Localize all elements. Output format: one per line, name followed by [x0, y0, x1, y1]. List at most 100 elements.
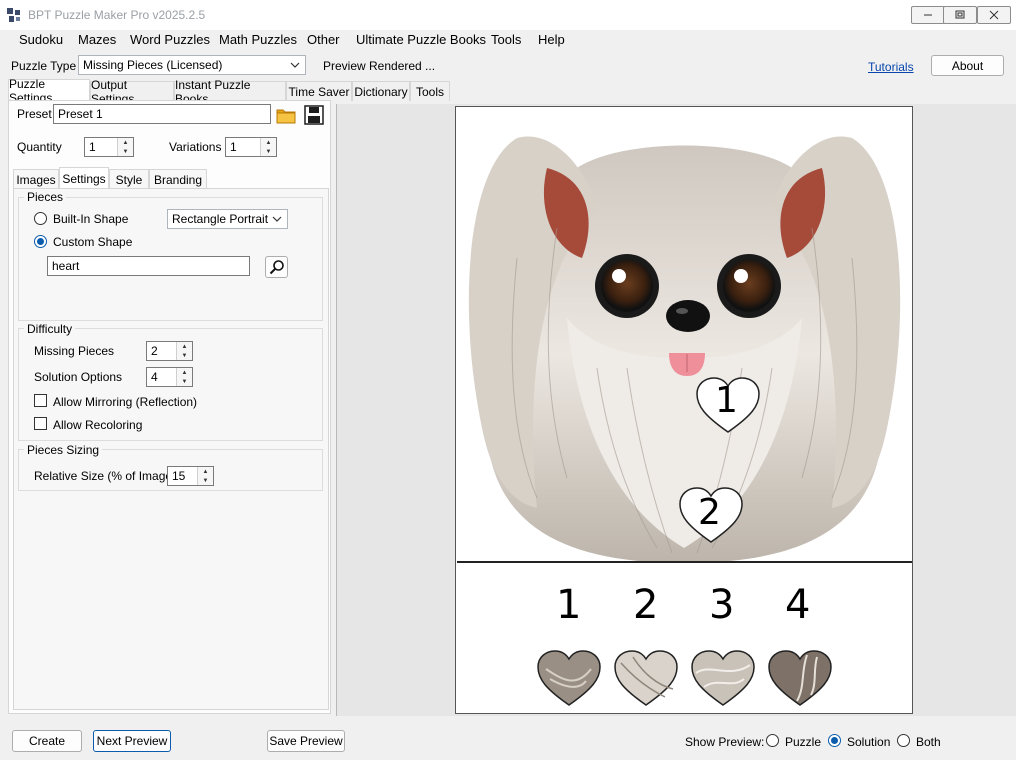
quantity-label: Quantity: [17, 140, 62, 154]
title-bar: BPT Puzzle Maker Pro v2025.2.5: [0, 0, 1016, 30]
status-text: Preview Rendered ...: [323, 59, 436, 73]
custom-shape-radio[interactable]: [34, 235, 47, 248]
tab-time-saver[interactable]: Time Saver: [286, 81, 352, 101]
puzzle-image: 1 2: [457, 108, 912, 563]
option-piece-2: [614, 650, 678, 706]
pieces-sizing-title: Pieces Sizing: [24, 443, 103, 457]
solution-options-label: Solution Options: [34, 370, 123, 384]
show-solution-radio[interactable]: [828, 734, 841, 747]
allow-recoloring-checkbox[interactable]: [34, 417, 47, 430]
marker-label-1: 1: [715, 380, 738, 421]
chevron-down-icon: [290, 62, 300, 68]
menu-tools[interactable]: Tools: [491, 32, 521, 47]
quantity-stepper[interactable]: 1 ▲ ▼: [84, 137, 134, 157]
menu-ultimate-puzzle-books[interactable]: Ultimate Puzzle Books: [356, 32, 486, 47]
close-button[interactable]: [977, 6, 1011, 24]
option-label-2: 2: [633, 582, 659, 628]
difficulty-group-title: Difficulty: [24, 322, 76, 336]
about-button[interactable]: About: [931, 55, 1004, 76]
window-title: BPT Puzzle Maker Pro v2025.2.5: [28, 8, 206, 22]
option-piece-3: [691, 650, 755, 706]
show-puzzle-label[interactable]: Puzzle: [785, 735, 821, 749]
menu-other[interactable]: Other: [307, 32, 340, 47]
create-button[interactable]: Create: [12, 730, 82, 752]
variations-value: 1: [230, 140, 237, 154]
save-preview-button[interactable]: Save Preview: [267, 730, 345, 752]
option-label-1: 1: [556, 582, 582, 628]
builtin-shape-select[interactable]: Rectangle Portrait: [167, 209, 288, 229]
allow-recoloring-label[interactable]: Allow Recoloring: [53, 418, 142, 432]
open-preset-button[interactable]: [275, 104, 297, 126]
menu-bar: Sudoku Mazes Word Puzzles Math Puzzles O…: [0, 30, 1016, 50]
option-label-3: 3: [709, 582, 735, 628]
magnifier-icon: [269, 260, 284, 275]
relative-size-label: Relative Size (% of Image): [34, 469, 177, 483]
missing-pieces-spin-buttons[interactable]: ▲ ▼: [176, 342, 192, 360]
tutorials-link[interactable]: Tutorials: [868, 60, 914, 74]
save-icon: [304, 105, 324, 125]
allow-mirroring-checkbox[interactable]: [34, 394, 47, 407]
custom-shape-label[interactable]: Custom Shape: [53, 235, 132, 249]
puzzle-type-label: Puzzle Type: [11, 59, 77, 73]
relative-size-value: 15: [172, 469, 186, 483]
tab-dictionary[interactable]: Dictionary: [352, 81, 410, 101]
show-preview-label: Show Preview:: [685, 735, 765, 749]
preset-label: Preset: [17, 107, 52, 121]
maximize-button[interactable]: [943, 6, 977, 24]
quantity-spin-buttons[interactable]: ▲ ▼: [117, 138, 133, 156]
subtab-settings[interactable]: Settings: [59, 167, 109, 189]
solution-options-stepper[interactable]: 4 ▲ ▼: [146, 367, 193, 387]
tab-instant-puzzle-books[interactable]: Instant Puzzle Books: [174, 78, 286, 106]
relative-size-spin-buttons[interactable]: ▲ ▼: [197, 467, 213, 485]
subtab-branding[interactable]: Branding: [149, 169, 207, 189]
allow-mirroring-label[interactable]: Allow Mirroring (Reflection): [53, 395, 197, 409]
show-both-label[interactable]: Both: [916, 735, 941, 749]
show-both-radio[interactable]: [897, 734, 910, 747]
show-solution-label[interactable]: Solution: [847, 735, 890, 749]
preset-input[interactable]: Preset 1: [53, 104, 271, 124]
close-icon: [989, 10, 999, 20]
save-preset-button[interactable]: [303, 104, 325, 126]
minimize-icon: [924, 14, 932, 16]
option-piece-1: [537, 650, 601, 706]
custom-shape-input[interactable]: heart: [47, 256, 250, 276]
show-puzzle-radio[interactable]: [766, 734, 779, 747]
app-icon: [7, 8, 20, 22]
folder-icon: [276, 109, 296, 124]
missing-pieces-label: Missing Pieces: [34, 344, 115, 358]
solution-options-spin-buttons[interactable]: ▲ ▼: [176, 368, 192, 386]
menu-help[interactable]: Help: [538, 32, 565, 47]
next-preview-button[interactable]: Next Preview: [93, 730, 171, 752]
puzzle-type-value: Missing Pieces (Licensed): [83, 58, 223, 72]
relative-size-stepper[interactable]: 15 ▲ ▼: [167, 466, 214, 486]
puzzle-type-select[interactable]: Missing Pieces (Licensed): [78, 55, 306, 75]
solution-options-value: 4: [151, 370, 158, 384]
tab-puzzle-settings[interactable]: Puzzle Settings: [8, 77, 90, 105]
browse-shape-button[interactable]: [265, 256, 288, 278]
variations-stepper[interactable]: 1 ▲ ▼: [225, 137, 277, 157]
menu-math-puzzles[interactable]: Math Puzzles: [219, 32, 297, 47]
menu-word-puzzles[interactable]: Word Puzzles: [130, 32, 210, 47]
pieces-group-title: Pieces: [24, 190, 67, 204]
preset-value: Preset 1: [58, 107, 103, 121]
subtab-images[interactable]: Images: [13, 169, 59, 189]
minimize-button[interactable]: [911, 6, 945, 24]
tab-tools[interactable]: Tools: [410, 81, 450, 101]
restore-icon: [955, 10, 965, 19]
variations-spin-buttons[interactable]: ▲ ▼: [260, 138, 276, 156]
missing-pieces-stepper[interactable]: 2 ▲ ▼: [146, 341, 193, 361]
variations-label: Variations: [169, 140, 222, 154]
option-piece-4: [768, 650, 832, 706]
marker-label-2: 2: [698, 492, 721, 533]
chevron-down-icon: [272, 216, 282, 222]
tab-output-settings[interactable]: Output Settings: [90, 78, 174, 106]
menu-mazes[interactable]: Mazes: [78, 32, 116, 47]
builtin-shape-value: Rectangle Portrait: [172, 212, 269, 226]
subtab-style[interactable]: Style: [109, 169, 149, 189]
option-label-4: 4: [785, 582, 811, 628]
builtin-shape-radio[interactable]: [34, 212, 47, 225]
quantity-value: 1: [89, 140, 96, 154]
menu-sudoku[interactable]: Sudoku: [19, 32, 63, 47]
builtin-shape-label[interactable]: Built-In Shape: [53, 212, 128, 226]
missing-pieces-value: 2: [151, 344, 158, 358]
